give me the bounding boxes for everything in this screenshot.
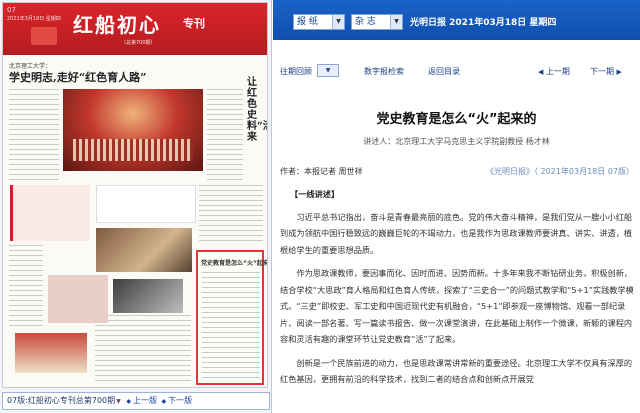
paper-name: 光明日报 xyxy=(410,18,447,28)
article-pane: 党史教育是怎么“火”起来的 讲述人：北京理工大学马克思主义学院副教授 杨才林 作… xyxy=(273,90,640,413)
triangle-right-icon: ▶ xyxy=(616,68,622,76)
article-paragraph: 习近平总书记指出，奋斗是青春最亮丽的底色。党的伟大奋斗精神，是我们党从一艘小小红… xyxy=(280,211,633,255)
newspaper-page-image[interactable]: 07 2021年3月18日 星期四 红船初心 专刊 （总第700期） 北京理工大… xyxy=(2,2,268,388)
next-issue-button[interactable]: 下一期 ▶ xyxy=(590,66,622,77)
article-paragraph: 创新是一个民族前进的动力，也是思政课常讲常新的重要途径。北京理工大学不仅具有深厚… xyxy=(280,357,633,385)
article-body: 【一线讲述】 习近平总书记指出，奋斗是青春最亮丽的底色。党的伟大奋斗精神，是我们… xyxy=(280,186,635,395)
paper-select[interactable]: 报 纸 ▼ xyxy=(293,14,345,30)
article-box[interactable] xyxy=(10,185,90,241)
article-photo[interactable] xyxy=(113,279,183,313)
next-page-link[interactable]: 下一版 xyxy=(168,396,192,405)
text-column xyxy=(9,245,43,329)
article-photo[interactable] xyxy=(15,333,87,373)
article-photo[interactable] xyxy=(96,228,192,272)
chevron-down-icon: ▼ xyxy=(325,67,331,74)
digital-search-link[interactable]: 数字报检索 xyxy=(364,66,404,77)
past-issues-link[interactable]: 往期回顾 xyxy=(280,66,312,77)
selected-article-text xyxy=(202,272,260,382)
chevron-down-icon[interactable]: ▼ xyxy=(116,394,121,410)
masthead: 07 2021年3月18日 星期四 红船初心 专刊 （总第700期） xyxy=(3,3,267,55)
page-navigation-bar: 07版:红船初心专刊总第700期▼ ◆ 上一版 ◆ 下一版 xyxy=(2,392,270,410)
masthead-issue: （总第700期） xyxy=(121,40,156,46)
photo-stage xyxy=(73,139,193,161)
selected-article-highlight[interactable]: 党史教育是怎么“火”起来的 xyxy=(196,250,267,385)
text-column xyxy=(95,315,191,385)
text-column xyxy=(199,185,263,245)
bullet-icon: ◆ xyxy=(126,398,131,405)
page-date: 2021年3月18日 星期四 xyxy=(7,16,61,22)
top-bar: 报 纸 ▼ 杂 志 ▼ 光明日报 2021年03月18日 星期四 xyxy=(273,0,640,40)
article-title: 党史教育是怎么“火”起来的 xyxy=(376,112,537,127)
chevron-down-icon[interactable]: ▼ xyxy=(390,15,402,29)
chevron-down-icon[interactable]: ▼ xyxy=(332,15,344,29)
page-select-label[interactable]: 07版:红船初心专刊总第700期 xyxy=(7,396,115,405)
next-issue-label: 下一期 xyxy=(590,67,614,76)
bullet-icon: ◆ xyxy=(161,398,167,405)
back-to-contents-link[interactable]: 返回目录 xyxy=(428,66,460,77)
triangle-left-icon: ◀ xyxy=(538,68,544,76)
type-select[interactable]: 杂 志 ▼ xyxy=(351,14,403,30)
paper-select-value: 报 纸 xyxy=(297,17,318,27)
vertical-headline[interactable]: 让红色史料“活”起来 xyxy=(247,77,267,143)
issue-date-picker[interactable]: ▼ xyxy=(317,64,339,77)
selected-article-title: 党史教育是怎么“火”起来的 xyxy=(201,260,268,267)
article-box[interactable] xyxy=(96,185,196,223)
article-photo[interactable] xyxy=(48,275,108,323)
toolbar: 往期回顾 ▼ 数字报检索 返回目录 ◀ 上一期 下一期 ▶ xyxy=(273,56,640,84)
article-byline: 作者：本报记者 周世祥 xyxy=(280,167,363,176)
lead-photo[interactable] xyxy=(63,89,203,171)
section-heading: 【一线讲述】 xyxy=(290,189,340,199)
newspaper-pane: 07 2021年3月18日 星期四 红船初心 专刊 （总第700期） 北京理工大… xyxy=(0,0,272,413)
article-paragraph: 作为思政课教师，要因事而化、因时而进、因势而新。十多年来我不断钻研业务，积极创新… xyxy=(280,268,634,344)
prev-issue-label: 上一期 xyxy=(545,67,570,76)
issue-date: 2021年03月18日 xyxy=(449,18,527,28)
issue-info: 光明日报 2021年03月18日 星期四 xyxy=(410,15,556,28)
lead-headline[interactable]: 学史明志,走好“红色育人路” xyxy=(9,69,146,85)
prev-issue-button[interactable]: ◀ 上一期 xyxy=(538,66,570,77)
page-root: 07 2021年3月18日 星期四 红船初心 专刊 （总第700期） 北京理工大… xyxy=(0,0,640,413)
prev-page-link[interactable]: 上一版 xyxy=(133,396,157,405)
text-column xyxy=(207,89,243,181)
text-column xyxy=(9,89,59,181)
article-source-link[interactable]: 《光明日报》（ 2021年03月18日 07版） xyxy=(486,166,634,177)
masthead-flag-graphic xyxy=(31,27,57,45)
issue-weekday: 星期四 xyxy=(529,18,557,28)
type-select-value: 杂 志 xyxy=(355,17,376,27)
masthead-subtitle: 专刊 xyxy=(183,17,205,30)
page-number: 07 xyxy=(7,6,16,14)
masthead-title: 红船初心 xyxy=(73,13,161,37)
article-subtitle: 讲述人：北京理工大学马克思主义学院副教授 杨才林 xyxy=(363,137,550,146)
